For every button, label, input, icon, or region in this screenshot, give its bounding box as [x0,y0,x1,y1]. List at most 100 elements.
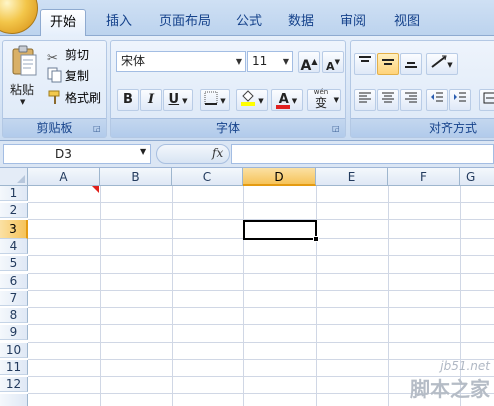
tab-data[interactable]: 数据 [278,9,324,36]
decrease-indent-button[interactable] [426,89,448,111]
phonetic-guide-button[interactable]: wén 变 ▼ [307,88,341,111]
row-header-11[interactable]: 11 [0,360,28,375]
shrink-font-button[interactable]: A▼ [322,51,344,73]
alignment-group: ▼ 对齐方式 [350,40,494,138]
watermark-name: 脚本之家 [410,377,490,401]
tab-page-layout[interactable]: 页面布局 [150,9,220,36]
formula-bar: D3 ▼ fx [0,141,494,168]
grow-font-icon: A [300,58,312,74]
name-box[interactable]: D3 [3,144,151,164]
column-header-b[interactable]: B [100,168,172,186]
tab-view[interactable]: 视图 [384,9,430,36]
font-name-combobox[interactable]: 宋体 ▼ [116,51,246,72]
bold-icon: B [123,92,133,107]
comment-indicator-icon[interactable] [92,186,99,193]
font-color-button[interactable]: A ▼ [271,89,303,111]
paste-button[interactable]: 粘贴 ▼ [7,43,41,115]
row-header-1[interactable]: 1 [0,186,28,201]
align-right-button[interactable] [400,89,422,111]
row-header-2[interactable]: 2 [0,203,28,218]
row-header-5[interactable]: 5 [0,256,28,271]
align-middle-button[interactable] [377,53,399,75]
increase-indent-icon [454,92,466,102]
column-header-g[interactable]: G [460,168,494,186]
cut-button[interactable]: ✂ 剪切 [47,44,89,66]
watermark-url: jb51.net [440,359,490,373]
shrink-font-icon: A [326,60,335,73]
format-painter-label: 格式刷 [65,91,102,105]
phonetic-char: 变 [314,96,327,110]
orientation-button[interactable]: ▼ [426,53,458,75]
align-top-icon [359,56,371,62]
align-left-button[interactable] [354,89,376,111]
row-header-7[interactable]: 7 [0,291,28,306]
column-header-c[interactable]: C [172,168,243,186]
select-all-button[interactable] [0,168,28,186]
font-size-value: 11 [252,54,268,68]
copy-icon [47,67,63,83]
tab-insert[interactable]: 插入 [96,9,142,36]
clipboard-group-label: 剪贴板 [3,118,106,137]
row-header-12[interactable]: 12 [0,377,28,392]
formula-input[interactable] [231,144,494,164]
tab-formulas[interactable]: 公式 [226,9,272,36]
insert-function-icon[interactable]: fx [212,146,223,160]
tab-review[interactable]: 审阅 [330,9,376,36]
copy-label: 复制 [65,69,90,83]
gridline [28,324,494,325]
gridline [28,290,494,291]
align-bottom-button[interactable] [400,53,422,75]
wrap-text-button[interactable] [479,89,494,111]
chevron-down-icon[interactable]: ▼ [140,147,146,156]
align-top-button[interactable] [354,53,376,75]
column-header-e[interactable]: E [316,168,388,186]
clipboard-launcher-icon[interactable]: ◲ [93,124,103,134]
clipboard-group: 粘贴 ▼ ✂ 剪切 复制 格式刷 剪贴板 ◲ [2,40,107,138]
tab-home[interactable]: 开始 [40,9,86,37]
row-header-13[interactable] [0,394,28,406]
phonetic-guide-icon: wén 变 [310,88,332,110]
office-button[interactable] [0,0,38,34]
ribbon-tab-bar: 开始 插入 页面布局 公式 数据 审阅 视图 [0,0,494,37]
gridline [28,342,494,343]
row-header-8[interactable]: 8 [0,308,28,323]
increase-indent-button[interactable] [449,89,471,111]
format-painter-button[interactable]: 格式刷 [47,87,101,109]
row-header-3[interactable]: 3 [0,220,28,239]
grow-font-button[interactable]: A▲ [298,51,320,74]
paste-label: 粘贴 [10,83,35,97]
cut-label: 剪切 [65,48,90,62]
paste-icon [12,45,37,76]
row-header-6[interactable]: 6 [0,274,28,289]
font-size-combobox[interactable]: 11 ▼ [247,51,293,72]
column-header-d[interactable]: D [243,168,316,186]
font-color-bar [276,105,290,109]
ribbon: 粘贴 ▼ ✂ 剪切 复制 格式刷 剪贴板 ◲ 宋体 ▼ 11 ▼ A▲ A▼ B… [0,36,494,141]
worksheet-grid[interactable]: A B C D E F G 1 2 3 4 5 6 7 8 9 10 11 12… [0,168,494,406]
align-center-button[interactable] [377,89,399,111]
row-header-10[interactable]: 10 [0,343,28,358]
column-header-f[interactable]: F [388,168,460,186]
decrease-indent-icon [431,92,443,102]
align-left-icon [359,92,371,103]
row-header-9[interactable]: 9 [0,325,28,340]
underline-icon: U [168,92,180,107]
column-header-a[interactable]: A [28,168,100,186]
font-launcher-icon[interactable]: ◲ [332,124,342,134]
copy-button[interactable]: 复制 [47,65,89,87]
bold-button[interactable]: B [117,89,139,111]
borders-button[interactable]: ▼ [200,89,230,111]
align-right-icon [405,92,417,103]
fill-color-button[interactable]: ▼ [236,89,268,111]
chevron-down-icon: ▼ [20,98,26,106]
format-painter-icon [47,89,63,105]
italic-icon: I [147,92,155,107]
alignment-group-label: 对齐方式 [351,118,494,137]
underline-button[interactable]: U ▼ [163,89,193,111]
fill-handle[interactable] [313,236,319,242]
gridline [28,307,494,308]
row-header-4[interactable]: 4 [0,239,28,254]
italic-button[interactable]: I [140,89,162,111]
active-cell-d3[interactable] [243,220,317,240]
chevron-down-icon: ▼ [282,57,289,66]
